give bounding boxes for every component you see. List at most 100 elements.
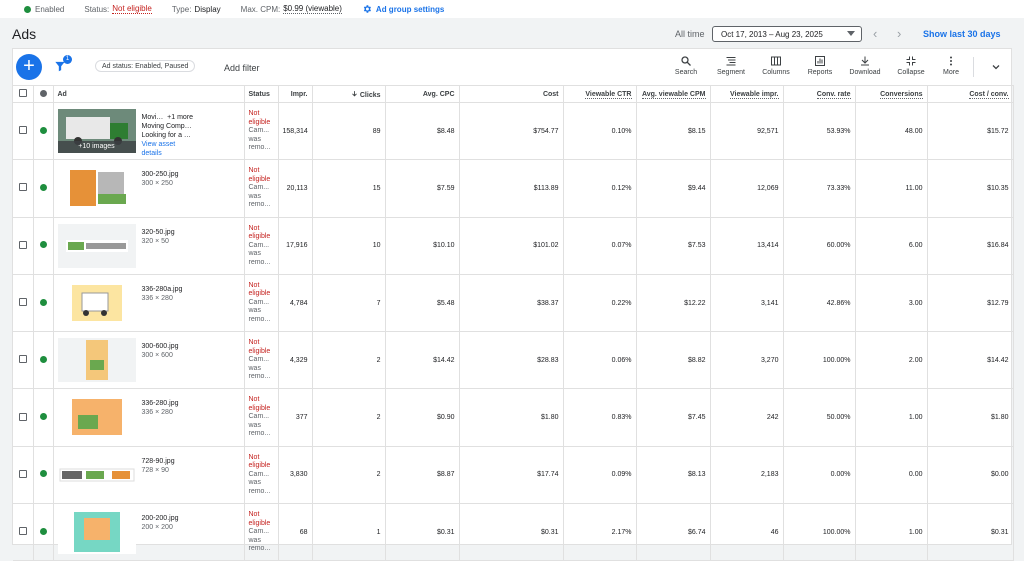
cost-cell: $754.77 xyxy=(459,102,564,161)
vertical-scrollbar[interactable] xyxy=(1014,48,1022,545)
ad-thumbnail[interactable] xyxy=(57,395,136,440)
ad-text: 300-250.jpg 300 × 250 xyxy=(141,171,179,188)
view-asset-details-link[interactable]: View asset details xyxy=(142,141,176,157)
avg-viewable-cpm-cell: $6.74 xyxy=(636,503,711,561)
ad-cell[interactable]: 300-600.jpg 300 × 600 xyxy=(53,331,245,390)
col-cost[interactable]: Cost xyxy=(459,85,564,103)
ad-thumbnail[interactable] xyxy=(57,510,136,555)
table-row[interactable]: 200-200.jpg 200 × 200 Not eligible Cam...… xyxy=(13,503,1014,561)
clicks-cell: 7 xyxy=(312,274,386,333)
conv-rate-cell: 0.00% xyxy=(783,446,856,505)
collapse-button[interactable]: Collapse xyxy=(891,55,931,76)
status-cell: Not eligible Cam... was remo... xyxy=(244,331,279,390)
cost-per-conv-cell: $15.72 xyxy=(927,102,1014,161)
row-status-dot xyxy=(33,331,54,390)
cost-per-conv-cell: $14.42 xyxy=(927,331,1014,390)
ad-thumbnail[interactable] xyxy=(57,166,136,211)
cost-cell: $1.80 xyxy=(459,388,564,447)
status-info: Status: Not eligible xyxy=(84,4,152,14)
table-row[interactable]: 336-280.jpg 336 × 280 Not eligible Cam...… xyxy=(13,388,1014,447)
max-cpm-value[interactable]: $0.99 (viewable) xyxy=(283,4,342,14)
next-period-icon[interactable]: › xyxy=(897,26,901,41)
cost-cell: $38.37 xyxy=(459,274,564,333)
columns-button[interactable]: Columns xyxy=(756,55,796,76)
gear-icon xyxy=(363,5,371,13)
col-ad[interactable]: Ad xyxy=(53,85,245,103)
row-checkbox[interactable] xyxy=(13,446,34,505)
col-conv-rate[interactable]: Conv. rate xyxy=(783,85,856,103)
viewable-impr-cell: 12,069 xyxy=(710,159,784,218)
row-status-dot xyxy=(33,388,54,447)
row-checkbox[interactable] xyxy=(13,159,34,218)
ad-cell[interactable]: 200-200.jpg 200 × 200 xyxy=(53,503,245,561)
ad-thumbnail[interactable] xyxy=(57,280,136,325)
col-avg-viewable-cpm[interactable]: Avg. viewable CPM xyxy=(636,85,711,103)
clicks-cell: 2 xyxy=(312,331,386,390)
avg-cpc-cell: $0.90 xyxy=(385,388,460,447)
row-checkbox[interactable] xyxy=(13,331,34,390)
ad-thumbnail[interactable] xyxy=(57,223,136,268)
clicks-cell: 1 xyxy=(312,503,386,561)
ad-cell[interactable]: Movi… +1 more Moving Comp… Looking for a… xyxy=(53,102,245,161)
col-cost-per-conv[interactable]: Cost / conv. xyxy=(927,85,1014,103)
previous-period-icon[interactable]: ‹ xyxy=(873,26,877,41)
table-toolbar: + 1 Ad status: Enabled, Paused Add filte… xyxy=(13,49,1013,85)
avg-cpc-cell: $8.48 xyxy=(385,102,460,161)
table-row[interactable]: Movi… +1 more Moving Comp… Looking for a… xyxy=(13,102,1014,161)
chevron-down-icon[interactable] xyxy=(990,61,1002,73)
images-count-overlay[interactable]: +10 images xyxy=(57,141,136,153)
conv-rate-cell: 50.00% xyxy=(783,388,856,447)
viewable-ctr-cell: 0.83% xyxy=(563,388,637,447)
ad-thumbnail[interactable] xyxy=(57,452,136,497)
row-checkbox[interactable] xyxy=(13,503,34,561)
row-checkbox[interactable] xyxy=(13,388,34,447)
download-button[interactable]: Download xyxy=(845,55,885,76)
caret-down-icon xyxy=(847,31,855,36)
viewable-ctr-cell: 0.09% xyxy=(563,446,637,505)
avg-viewable-cpm-cell: $8.82 xyxy=(636,331,711,390)
col-avg-cpc[interactable]: Avg. CPC xyxy=(385,85,460,103)
avg-viewable-cpm-cell: $8.13 xyxy=(636,446,711,505)
ad-status-filter-chip[interactable]: Ad status: Enabled, Paused xyxy=(95,60,196,72)
date-range-picker[interactable]: Oct 17, 2013 – Aug 23, 2025 xyxy=(712,26,862,42)
show-last-30-days-link[interactable]: Show last 30 days xyxy=(923,29,1001,39)
row-checkbox[interactable] xyxy=(13,274,34,333)
clicks-cell: 10 xyxy=(312,217,386,275)
add-ad-button[interactable]: + xyxy=(16,54,42,80)
segment-button[interactable]: Segment xyxy=(711,55,751,76)
table-row[interactable]: 728-90.jpg 728 × 90 Not eligible Cam... wa… xyxy=(13,446,1014,505)
row-status-dot xyxy=(33,446,54,505)
table-row[interactable]: 300-250.jpg 300 × 250 Not eligible Cam...… xyxy=(13,159,1014,218)
col-clicks[interactable]: Clicks xyxy=(312,85,386,103)
search-button[interactable]: Search xyxy=(666,55,706,76)
avg-viewable-cpm-cell: $8.15 xyxy=(636,102,711,161)
ad-group-settings-link[interactable]: Ad group settings xyxy=(362,4,444,14)
reports-button[interactable]: Reports xyxy=(800,55,840,76)
col-viewable-ctr[interactable]: Viewable CTR xyxy=(563,85,637,103)
ad-cell[interactable]: 320-50.jpg 320 × 50 xyxy=(53,217,245,275)
ad-cell[interactable]: 336-280a.jpg 336 × 280 xyxy=(53,274,245,333)
ad-cell[interactable]: 300-250.jpg 300 × 250 xyxy=(53,159,245,218)
table-row[interactable]: 300-600.jpg 300 × 600 Not eligible Cam...… xyxy=(13,331,1014,390)
row-checkbox[interactable] xyxy=(13,217,34,275)
ad-cell[interactable]: 336-280.jpg 336 × 280 xyxy=(53,388,245,447)
conversions-cell: 0.00 xyxy=(855,446,928,505)
enabled-status: Enabled xyxy=(24,5,64,14)
table-row[interactable]: 336-280a.jpg 336 × 280 Not eligible Cam..… xyxy=(13,274,1014,333)
add-filter-button[interactable]: Add filter xyxy=(224,63,260,73)
row-checkbox[interactable] xyxy=(13,102,34,161)
table-row[interactable]: 320-50.jpg 320 × 50 Not eligible Cam... wa… xyxy=(13,217,1014,275)
ad-cell[interactable]: 728-90.jpg 728 × 90 xyxy=(53,446,245,505)
col-impr[interactable]: Impr. xyxy=(278,85,313,103)
viewable-ctr-cell: 0.07% xyxy=(563,217,637,275)
status-value[interactable]: Not eligible xyxy=(112,4,152,14)
col-conversions[interactable]: Conversions xyxy=(855,85,928,103)
col-status[interactable]: Status xyxy=(244,85,279,103)
col-viewable-impr[interactable]: Viewable impr. xyxy=(710,85,784,103)
more-button[interactable]: More xyxy=(931,55,971,76)
ad-thumbnail[interactable] xyxy=(57,338,136,383)
avg-viewable-cpm-cell: $7.45 xyxy=(636,388,711,447)
ad-text: 336-280.jpg 336 × 280 xyxy=(141,400,179,417)
sort-down-icon xyxy=(352,90,357,96)
select-all-checkbox[interactable] xyxy=(13,85,34,103)
